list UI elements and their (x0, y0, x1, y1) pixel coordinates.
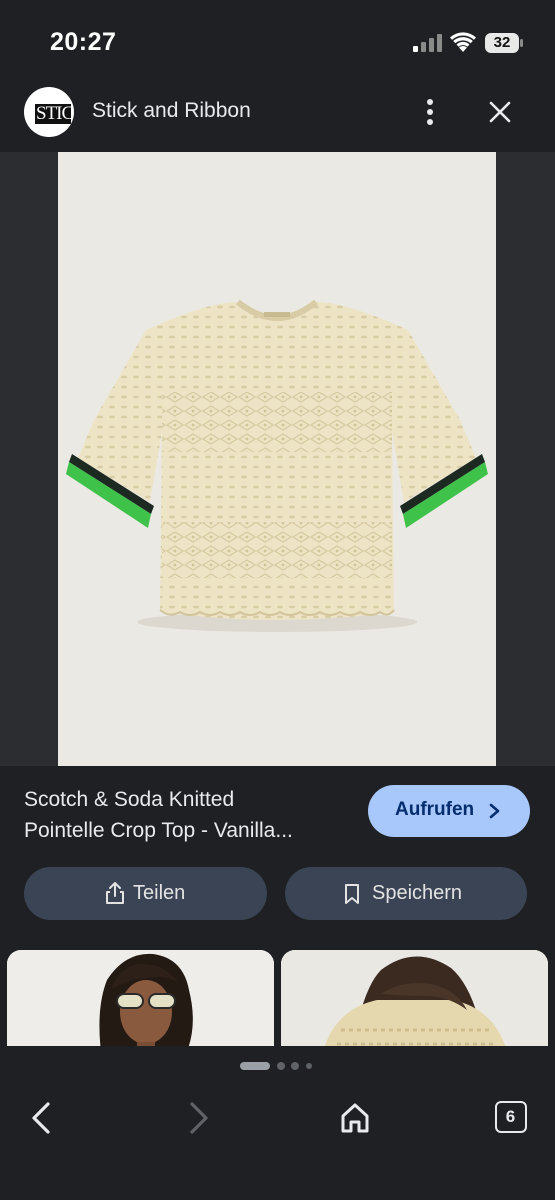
visit-button[interactable]: Aufrufen (368, 785, 530, 837)
knit-top-illustration (66, 299, 488, 632)
wifi-icon (450, 32, 476, 52)
product-image[interactable] (58, 152, 496, 766)
tabs-button[interactable]: 6 (495, 1101, 527, 1133)
image-viewer (0, 152, 555, 766)
visit-button-label: Aufrufen (395, 799, 475, 820)
model-thumbnail (7, 950, 274, 1046)
site-title[interactable]: Stick and Ribbon (92, 99, 251, 123)
back-button[interactable] (22, 1098, 62, 1138)
tab-count: 6 (505, 1107, 516, 1126)
site-logo[interactable]: STIC (24, 87, 74, 137)
browser-bottom-bar: 6 (0, 1046, 555, 1200)
share-button[interactable]: Teilen (24, 867, 267, 920)
chevron-right-icon (489, 803, 500, 819)
battery-level: 32 (493, 34, 511, 51)
back-view-thumbnail (281, 950, 548, 1046)
signal-icon (413, 34, 442, 52)
close-icon[interactable] (486, 98, 514, 126)
save-button[interactable]: Speichern (285, 867, 527, 920)
product-title[interactable]: Scotch & Soda Knitted Pointelle Crop Top… (24, 784, 354, 846)
carousel-page-indicator (240, 1062, 312, 1070)
related-images (0, 946, 555, 1046)
status-time: 20:27 (50, 28, 117, 56)
home-icon[interactable] (335, 1098, 375, 1138)
result-info: Scotch & Soda Knitted Pointelle Crop Top… (0, 766, 555, 946)
logo-text: STIC (35, 104, 71, 124)
save-button-label: Speichern (372, 882, 463, 904)
share-icon (106, 882, 124, 904)
status-bar: 20:27 32 (0, 0, 555, 82)
bookmark-icon (345, 884, 359, 904)
product-title-line-1: Scotch & Soda Knitted (24, 788, 235, 811)
related-image-back[interactable] (281, 950, 548, 1046)
related-image-model[interactable] (7, 950, 274, 1046)
forward-button[interactable] (178, 1098, 218, 1138)
site-header: STIC Stick and Ribbon (0, 82, 555, 152)
share-button-label: Teilen (133, 882, 186, 904)
more-vert-icon[interactable] (417, 95, 443, 129)
product-title-line-2: Pointelle Crop Top - Vanilla... (24, 819, 293, 842)
battery-indicator: 32 (485, 33, 523, 53)
